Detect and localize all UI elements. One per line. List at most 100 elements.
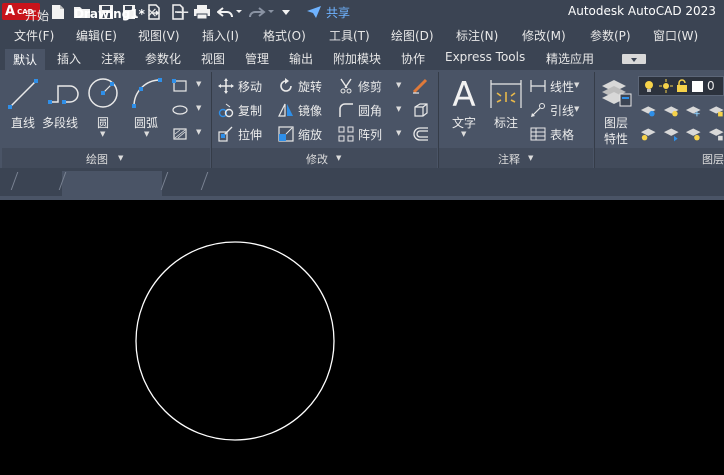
document-tab-active-background: [62, 171, 162, 196]
layer-off-icon[interactable]: [640, 102, 657, 118]
rectangle-tool-button[interactable]: ▼: [172, 77, 201, 95]
annotation-panel-title: 注释: [498, 153, 520, 166]
rotate-icon: [280, 78, 292, 92]
tab-featured-apps[interactable]: 精选应用: [546, 50, 594, 67]
polyline-tool-label: 多段线: [42, 116, 79, 130]
fillet-tool-label: 圆角: [358, 103, 383, 118]
scale-icon: [278, 126, 294, 142]
dimension-icon: [490, 80, 522, 108]
print-icon[interactable]: [192, 2, 212, 22]
tab-collaborate[interactable]: 协作: [401, 50, 425, 67]
arc-tool-button[interactable]: 圆弧 ▼: [128, 74, 166, 138]
tab-drawing1[interactable]: Drawing1*: [74, 7, 145, 21]
menu-bar: 文件(F) 编辑(E) 视图(V) 插入(I) 格式(O) 工具(T) 绘图(D…: [0, 24, 724, 46]
menu-dimension[interactable]: 标注(N): [456, 27, 498, 44]
hatch-tool-button[interactable]: ▼: [172, 125, 201, 143]
tab-view[interactable]: 视图: [201, 50, 225, 67]
move-tool-button[interactable]: 移动: [218, 77, 262, 95]
tab-manage[interactable]: 管理: [245, 50, 269, 67]
lock-icon: [677, 79, 687, 92]
offset-icon: [413, 127, 428, 141]
polyline-icon: [48, 85, 79, 104]
arc-tool-label: 圆弧: [134, 116, 159, 130]
dimension-tool-button[interactable]: 标注: [488, 74, 524, 130]
table-tool-button[interactable]: 表格: [530, 125, 574, 143]
close-tab-icon[interactable]: ×: [146, 5, 158, 21]
menu-insert[interactable]: 插入(I): [202, 27, 239, 44]
tab-addins[interactable]: 附加模块: [333, 50, 381, 67]
text-tool-button[interactable]: A 文字 ▼: [446, 74, 482, 140]
copy-tool-button[interactable]: 复制: [218, 101, 262, 119]
layer-thaw-icon[interactable]: [685, 126, 702, 142]
layer-match-icon[interactable]: [640, 126, 657, 142]
offset-tool-button[interactable]: [412, 125, 430, 143]
menu-draw[interactable]: 绘图(D): [391, 27, 434, 44]
mirror-tool-button[interactable]: 镜像: [278, 101, 322, 119]
share-button[interactable]: 共享: [306, 3, 350, 21]
ellipse-tool-button[interactable]: ▼: [172, 101, 201, 119]
chevron-down-icon: ▼: [336, 154, 342, 162]
menu-view[interactable]: 视图(V): [138, 27, 180, 44]
layer-isolate-icon[interactable]: [663, 102, 680, 118]
hatch-icon: [173, 128, 187, 140]
explode-tool-button[interactable]: [412, 101, 430, 119]
drawn-circle[interactable]: [135, 241, 335, 441]
rotate-tool-button[interactable]: 旋转: [278, 77, 322, 95]
menu-parametric[interactable]: 参数(P): [590, 27, 631, 44]
layer-unlock-icon[interactable]: [708, 126, 724, 142]
circle-icon: [88, 78, 118, 108]
tab-start[interactable]: 开始: [25, 7, 49, 24]
layer-previous-icon[interactable]: [663, 126, 680, 142]
drawing-canvas[interactable]: [0, 200, 724, 475]
linear-dimension-icon: [530, 80, 546, 92]
scale-tool-label: 缩放: [298, 127, 323, 142]
layer-properties-label-1: 图层: [604, 116, 629, 130]
erase-tool-button[interactable]: [412, 77, 430, 95]
circle-tool-button[interactable]: 圆 ▼: [86, 74, 120, 138]
tab-output[interactable]: 输出: [289, 50, 313, 67]
new-file-icon[interactable]: [48, 2, 68, 22]
stretch-tool-button[interactable]: 拉伸: [218, 125, 262, 143]
linear-dimension-label: 线性: [550, 79, 575, 94]
sun-icon: [659, 79, 673, 93]
menu-edit[interactable]: 编辑(E): [76, 27, 117, 44]
line-tool-button[interactable]: 直线: [5, 74, 41, 130]
customize-dropdown-icon[interactable]: [280, 2, 292, 22]
fillet-icon: [339, 103, 353, 117]
redo-icon[interactable]: [248, 2, 276, 22]
dimension-tool-label: 标注: [494, 116, 519, 130]
tab-express-tools[interactable]: Express Tools: [445, 50, 525, 64]
polyline-tool-button[interactable]: 多段线: [42, 74, 84, 130]
tab-default[interactable]: 默认: [5, 49, 46, 70]
trim-tool-label: 修剪: [358, 79, 383, 94]
chevron-down-icon: ▼: [574, 81, 580, 89]
tab-annotate[interactable]: 注释: [101, 50, 125, 67]
layer-properties-button[interactable]: 图层 特性: [598, 74, 636, 146]
ribbon-minimize-button[interactable]: [622, 54, 646, 64]
menu-format[interactable]: 格式(O): [263, 27, 306, 44]
scale-tool-button[interactable]: 缩放: [278, 125, 322, 143]
modify-panel-title: 修改: [306, 153, 328, 166]
undo-icon[interactable]: [216, 2, 244, 22]
leader-tool-button[interactable]: 引线 ▼: [530, 101, 579, 119]
menu-tools[interactable]: 工具(T): [329, 27, 370, 44]
bulb-icon: [645, 81, 653, 92]
chevron-down-icon: ▼: [100, 130, 106, 138]
explode-icon: [414, 103, 428, 117]
menu-file[interactable]: 文件(F): [14, 27, 54, 44]
fillet-tool-button[interactable]: 圆角 ▼: [338, 101, 401, 119]
tab-insert[interactable]: 插入: [57, 50, 81, 67]
layer-dropdown[interactable]: 0: [638, 76, 724, 96]
array-tool-button[interactable]: 阵列 ▼: [338, 125, 401, 143]
new-tab-icon[interactable]: +: [175, 2, 190, 23]
menu-modify[interactable]: 修改(M): [522, 27, 566, 44]
layers-panel-title: 图层: [702, 153, 724, 166]
current-layer-name: 0: [707, 79, 715, 93]
layer-lock-icon[interactable]: [708, 102, 724, 118]
layer-freeze-icon[interactable]: [685, 102, 702, 118]
mirror-icon: [278, 103, 293, 117]
trim-tool-button[interactable]: 修剪 ▼: [338, 77, 401, 95]
menu-window[interactable]: 窗口(W): [653, 27, 698, 44]
linear-dimension-button[interactable]: 线性 ▼: [530, 77, 579, 95]
tab-parametric[interactable]: 参数化: [145, 50, 181, 67]
